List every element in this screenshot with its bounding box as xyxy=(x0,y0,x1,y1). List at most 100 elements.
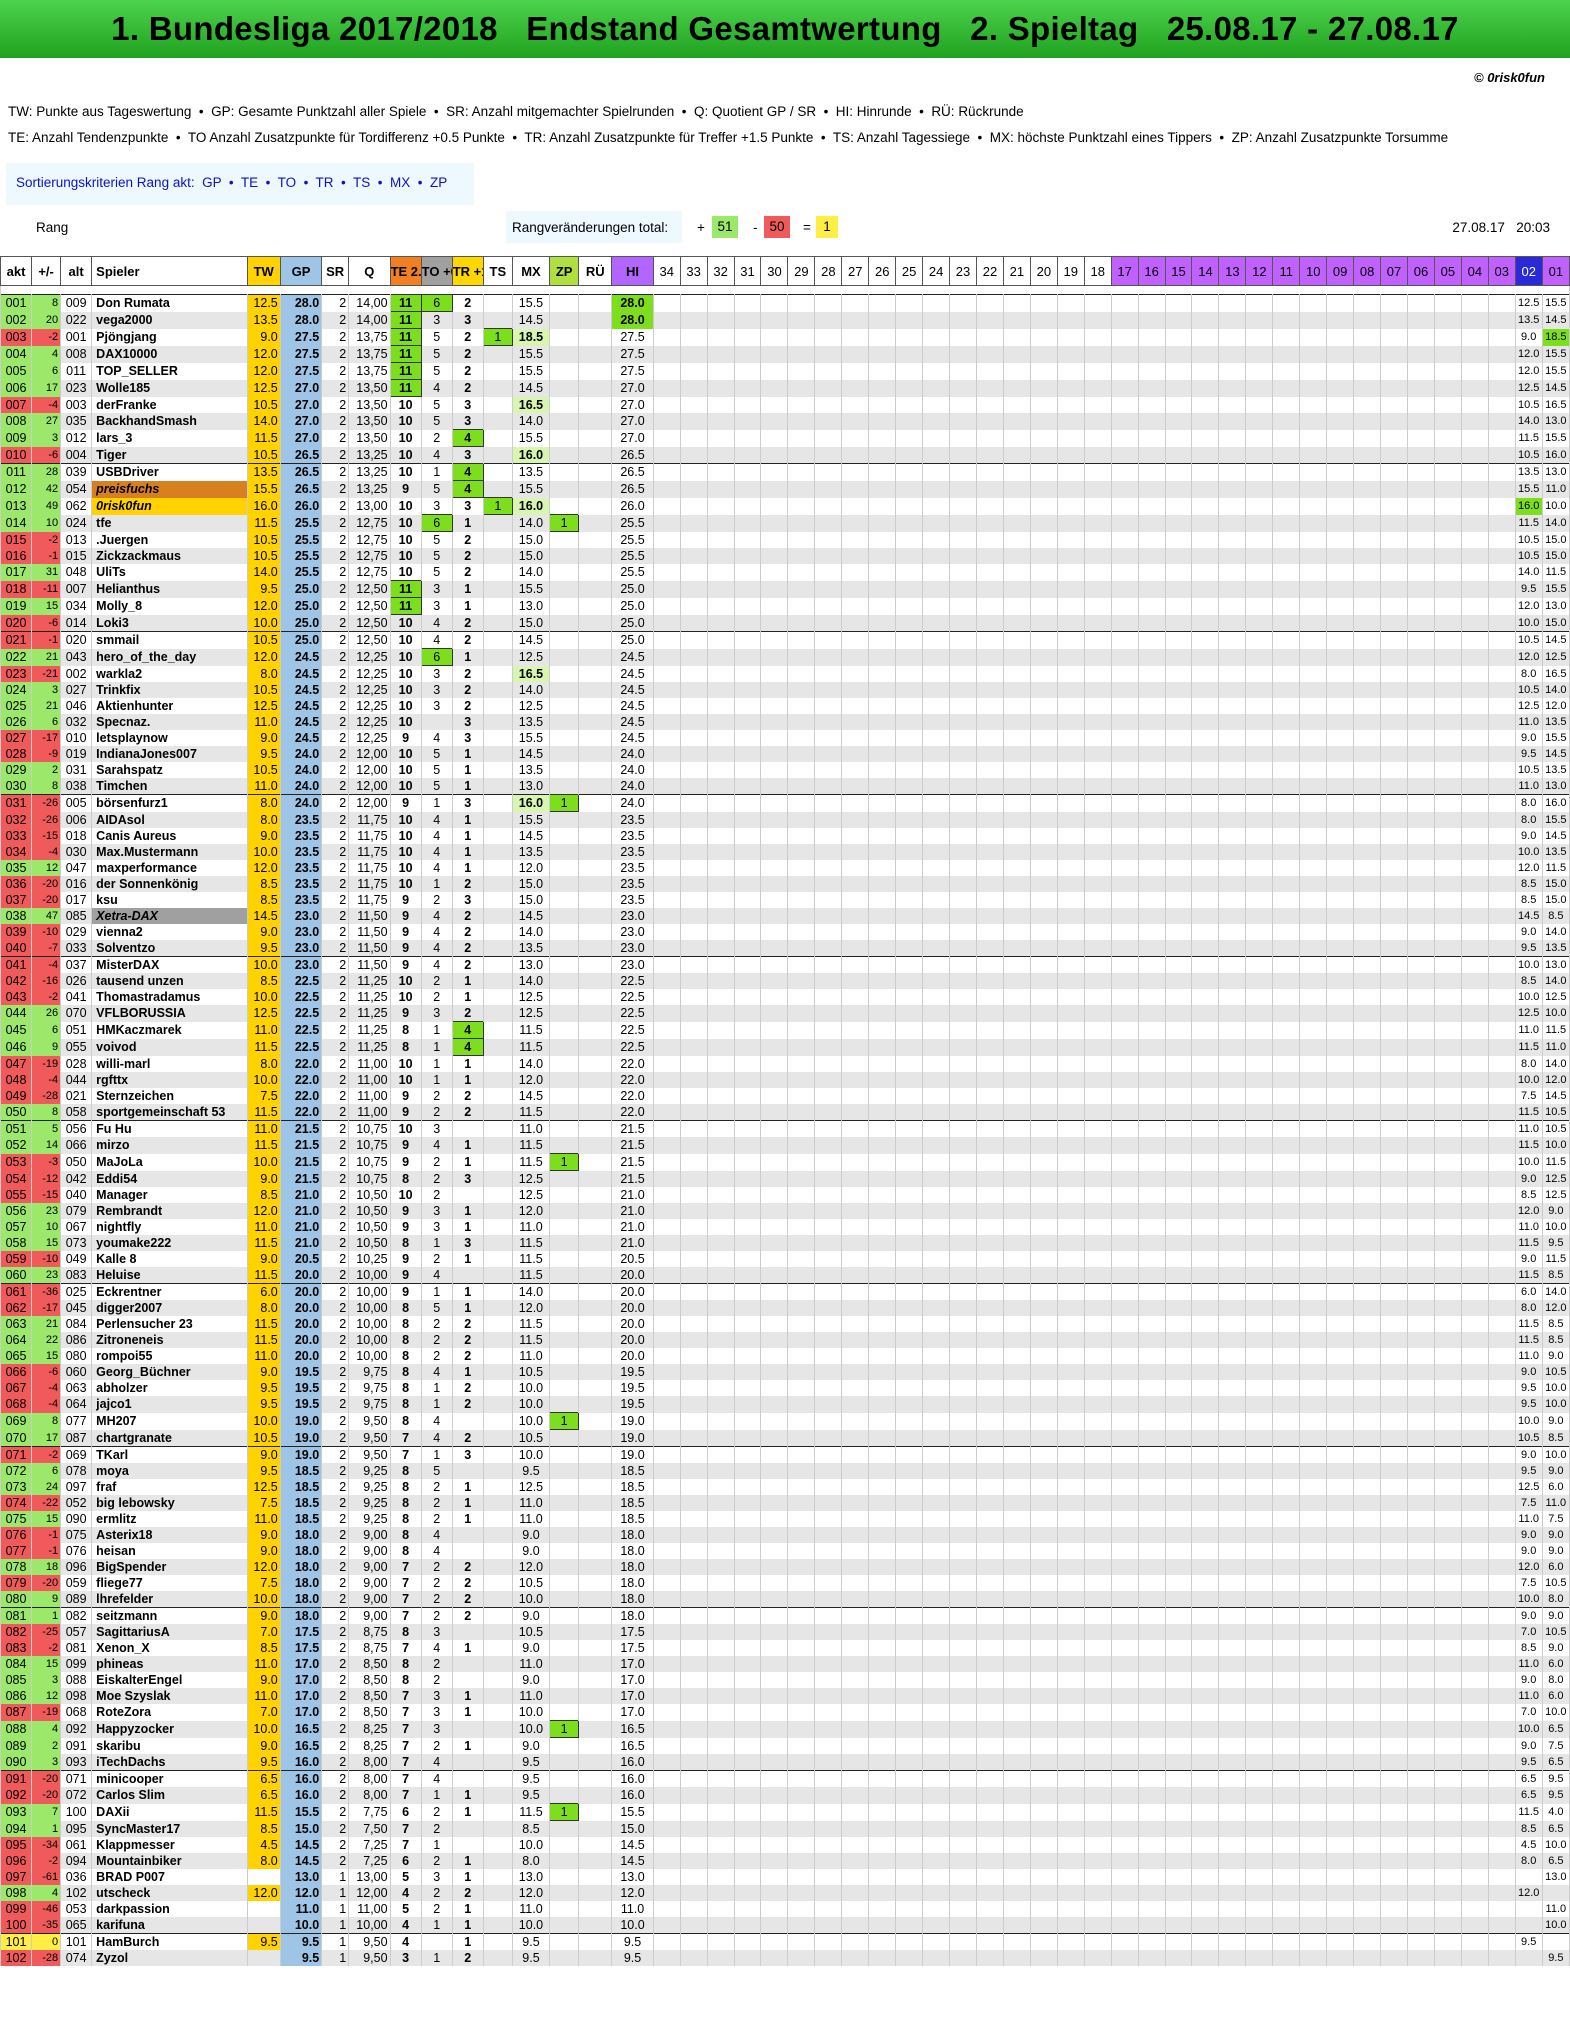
table-row[interactable]: 038 47 085 Xetra-DAX 14.5 23.0 2 11,50 9 4 2 14.5 23… xyxy=(0,908,1570,924)
table-row[interactable]: 012 42 054 preisfuchs 15.5 26.5 2 13,25 9 5 4 15.5 2… xyxy=(0,480,1570,498)
col-header-tw[interactable]: TW xyxy=(246,256,281,286)
col-header-hi[interactable]: HI xyxy=(611,256,654,286)
table-row[interactable]: 075 15 090 ermlitz 11.0 18.5 2 9,25 8 2 1 11.0 18.5 1… xyxy=(0,1511,1570,1527)
table-row[interactable]: 092 -20 072 Carlos Slim 6.5 16.0 2 8,00 7 1 1 9.5 16… xyxy=(0,1787,1570,1804)
col-header-round-19[interactable]: 19 xyxy=(1056,256,1085,286)
col-header-round-31[interactable]: 31 xyxy=(733,256,762,286)
col-header-round-04[interactable]: 04 xyxy=(1460,256,1489,286)
table-row[interactable]: 042 -16 026 tausend unzen 8.5 22.5 2 11,25 10 2 1 1… xyxy=(0,973,1570,989)
table-row[interactable]: 086 12 098 Moe Szyslak 11.0 17.0 2 8,50 7 3 1 11.0 1… xyxy=(0,1688,1570,1704)
table-row[interactable]: 011 28 039 USBDriver 13.5 26.5 2 13,25 10 1 4 13.5 2… xyxy=(0,463,1570,481)
table-row[interactable]: 036 -20 016 der Sonnenkönig 8.5 23.5 2 11,75 10 1… xyxy=(0,876,1570,892)
col-header-round-20[interactable]: 20 xyxy=(1029,256,1058,286)
col-header-te[interactable]: TE 2.0 xyxy=(389,256,422,286)
col-header-round-23[interactable]: 23 xyxy=(949,256,977,286)
table-row[interactable]: 088 4 092 Happyzocker 10.0 16.5 2 8,25 7 3 10.0 1 16… xyxy=(0,1720,1570,1738)
table-row[interactable]: 059 -10 049 Kalle 8 9.0 20.5 2 10,25 9 2 1 11.5 20.5… xyxy=(0,1251,1570,1267)
table-row[interactable]: 015 -2 013 .Juergen 10.5 25.5 2 12,75 10 5 2 15.0 25… xyxy=(0,531,1570,548)
table-row[interactable]: 004 4 008 DAX10000 12.0 27.5 2 13,75 11 5 2 15.5 27.… xyxy=(0,345,1570,363)
table-row[interactable]: 030 8 038 Timchen 11.0 24.0 2 12,00 10 5 1 13.0 24.0… xyxy=(0,778,1570,795)
table-row[interactable]: 067 -4 063 abholzer 9.5 19.5 2 9,75 8 1 2 10.0 19.5 9… xyxy=(0,1380,1570,1396)
table-row[interactable]: 053 -3 050 MaJoLa 10.0 21.5 2 10,75 9 2 1 11.5 1 21.5… xyxy=(0,1153,1570,1171)
col-header-sr[interactable]: SR xyxy=(321,256,350,286)
table-row[interactable]: 050 8 058 sportgemeinschaft 53 11.5 22.0 2 11,0… xyxy=(0,1104,1570,1121)
col-header-round-28[interactable]: 28 xyxy=(814,256,843,286)
col-header-round-26[interactable]: 26 xyxy=(868,256,897,286)
table-row[interactable]: 034 -4 030 Max.Mustermann 10.0 23.5 2 11,75 10 4 1… xyxy=(0,844,1570,860)
col-header-diff[interactable]: +/- xyxy=(31,256,62,286)
col-header-round-05[interactable]: 05 xyxy=(1433,256,1462,286)
col-header-round-09[interactable]: 09 xyxy=(1326,256,1355,286)
col-header-round-02[interactable]: 02 xyxy=(1514,256,1543,286)
table-row[interactable]: 063 21 084 Perlensucher 23 11.5 20.0 2 10,00 8 2 2… xyxy=(0,1316,1570,1332)
table-row[interactable]: 091 -20 071 minicooper 6.5 16.0 2 8,00 7 4 9.5 16.0… xyxy=(0,1770,1570,1787)
table-row[interactable]: 085 3 088 EiskalterEngel 9.0 17.0 2 8,50 8 2 9.0 17… xyxy=(0,1672,1570,1688)
col-header-round-12[interactable]: 12 xyxy=(1245,256,1274,286)
col-header-q[interactable]: Q xyxy=(348,256,391,286)
table-row[interactable]: 029 2 031 Sarahspatz 10.5 24.0 2 12,00 10 5 1 13.5 2… xyxy=(0,762,1570,778)
table-row[interactable]: 064 22 086 Zitroneneis 11.5 20.0 2 10,00 8 2 2 11.5… xyxy=(0,1332,1570,1348)
table-row[interactable]: 058 15 073 youmake222 11.5 21.0 2 10,50 8 1 3 11.5 2… xyxy=(0,1235,1570,1251)
table-row[interactable]: 077 -1 076 heisan 9.0 18.0 2 9,00 8 4 9.0 18.0 9.0 9.… xyxy=(0,1543,1570,1559)
col-header-round-32[interactable]: 32 xyxy=(706,256,735,286)
table-row[interactable]: 010 -6 004 Tiger 10.5 26.5 2 13,25 10 4 3 16.0 26.5 1… xyxy=(0,446,1570,464)
table-row[interactable]: 019 15 034 Molly_8 12.0 25.0 2 12,50 11 3 1 13.0 25.… xyxy=(0,597,1570,615)
table-row[interactable]: 093 7 100 DAXii 11.5 15.5 2 7,75 6 2 1 11.5 1 15.5 11.… xyxy=(0,1803,1570,1821)
table-row[interactable]: 094 1 095 SyncMaster17 8.5 15.0 2 7,50 7 2 8.5 15.0… xyxy=(0,1820,1570,1837)
table-row[interactable]: 097 -61 036 BRAD P007 13.0 1 13,00 5 3 1 13.0 13.0 1… xyxy=(0,1869,1570,1885)
col-header-round-27[interactable]: 27 xyxy=(841,256,870,286)
table-row[interactable]: 065 15 080 rompoi55 11.0 20.0 2 10,00 8 2 2 11.0 20.… xyxy=(0,1348,1570,1364)
table-row[interactable]: 071 -2 069 TKarl 9.0 19.0 2 9,50 7 1 3 10.0 19.0 9.0 1… xyxy=(0,1446,1570,1463)
col-header-round-25[interactable]: 25 xyxy=(895,256,924,286)
table-row[interactable]: 079 -20 059 fliege77 7.5 18.0 2 9,00 7 2 2 10.5 18.0… xyxy=(0,1575,1570,1591)
table-row[interactable]: 035 12 047 maxperformance 12.0 23.5 2 11,75 10 4 1… xyxy=(0,860,1570,876)
col-header-round-07[interactable]: 07 xyxy=(1380,256,1408,286)
col-header-round-13[interactable]: 13 xyxy=(1218,256,1247,286)
table-row[interactable]: 048 -4 044 rgfttx 10.0 22.0 2 11,00 10 1 1 12.0 22.0… xyxy=(0,1072,1570,1088)
table-row[interactable]: 017 31 048 UliTs 14.0 25.5 2 12,75 10 5 2 14.0 25.5 1… xyxy=(0,564,1570,581)
table-row[interactable]: 002 20 022 vega2000 13.5 28.0 2 14,00 11 3 3 14.5 28… xyxy=(0,311,1570,329)
table-row[interactable]: 006 17 023 Wolle185 12.5 27.0 2 13,50 11 4 2 14.5 27… xyxy=(0,379,1570,397)
col-header-round-29[interactable]: 29 xyxy=(787,256,816,286)
table-row[interactable]: 021 -1 020 smmail 10.5 25.0 2 12,50 10 4 2 14.5 25.0… xyxy=(0,631,1570,649)
table-row[interactable]: 056 23 079 Rembrandt 12.0 21.0 2 10,50 9 3 1 12.0 21… xyxy=(0,1203,1570,1219)
col-header-round-08[interactable]: 08 xyxy=(1353,256,1382,286)
col-header-gp[interactable]: GP xyxy=(279,256,323,286)
table-row[interactable]: 024 3 027 Trinkfix 10.5 24.5 2 12,25 10 3 2 14.0 24.… xyxy=(0,682,1570,698)
col-header-round-24[interactable]: 24 xyxy=(922,256,951,286)
table-row[interactable]: 080 9 089 lhrefelder 10.0 18.0 2 9,00 7 2 2 10.0 18.… xyxy=(0,1591,1570,1608)
table-row[interactable]: 055 -15 040 Manager 8.5 21.0 2 10,50 10 2 12.5 21.0… xyxy=(0,1187,1570,1203)
col-header-round-10[interactable]: 10 xyxy=(1299,256,1328,286)
table-row[interactable]: 020 -6 014 Loki3 10.0 25.0 2 12,50 10 4 2 15.0 25.0 1… xyxy=(0,614,1570,632)
table-row[interactable]: 089 2 091 skaribu 9.0 16.5 2 8,25 7 2 1 9.0 16.5 9.0 7… xyxy=(0,1737,1570,1754)
table-row[interactable]: 007 -4 003 derFranke 10.5 27.0 2 13,50 10 5 3 16.5 2… xyxy=(0,396,1570,413)
table-row[interactable]: 069 8 077 MH207 10.0 19.0 2 9,50 8 4 10.0 1 19.0 10.0… xyxy=(0,1412,1570,1430)
table-row[interactable]: 045 6 051 HMKaczmarek 11.0 22.5 2 11,25 8 1 4 11.5 2… xyxy=(0,1021,1570,1039)
col-header-round-22[interactable]: 22 xyxy=(975,256,1004,286)
table-row[interactable]: 016 -1 015 Zickzackmaus 10.5 25.5 2 12,75 10 5 2 15… xyxy=(0,548,1570,564)
col-header-round-14[interactable]: 14 xyxy=(1191,256,1220,286)
table-row[interactable]: 076 -1 075 Asterix18 9.0 18.0 2 9,00 8 4 9.0 18.0 9.… xyxy=(0,1527,1570,1543)
table-row[interactable]: 072 6 078 moya 9.5 18.5 2 9,25 8 5 9.5 18.5 9.5 9.0 xyxy=(0,1463,1570,1479)
table-row[interactable]: 040 -7 033 Solventzo 9.5 23.0 2 11,50 9 4 2 13.5 23.… xyxy=(0,940,1570,957)
col-header-round-33[interactable]: 33 xyxy=(679,256,708,286)
col-header-tr[interactable]: TR +1.5 xyxy=(451,256,484,286)
table-row[interactable]: 078 18 096 BigSpender 12.0 18.0 2 9,00 7 2 2 12.0 18… xyxy=(0,1559,1570,1575)
table-row[interactable]: 052 14 066 mirzo 11.5 21.5 2 10,75 9 4 1 11.5 21.5 11… xyxy=(0,1137,1570,1154)
col-header-alt[interactable]: alt xyxy=(60,256,93,286)
table-row[interactable]: 074 -22 052 big lebowsky 7.5 18.5 2 9,25 8 2 1 11.0… xyxy=(0,1495,1570,1511)
table-row[interactable]: 082 -25 057 SagittariusA 7.0 17.5 2 8,75 8 3 10.5 1… xyxy=(0,1624,1570,1640)
table-row[interactable]: 084 15 099 phineas 11.0 17.0 2 8,50 8 2 11.0 17.0 11… xyxy=(0,1656,1570,1672)
col-header-zp[interactable]: ZP xyxy=(549,256,580,286)
table-row[interactable]: 041 -4 037 MisterDAX 10.0 23.0 2 11,50 9 4 2 13.0 23… xyxy=(0,956,1570,973)
col-header-round-11[interactable]: 11 xyxy=(1272,256,1301,286)
col-header-round-01[interactable]: 01 xyxy=(1541,256,1570,286)
col-header-round-03[interactable]: 03 xyxy=(1487,256,1516,286)
col-header-round-21[interactable]: 21 xyxy=(1002,256,1031,286)
table-row[interactable]: 090 3 093 iTechDachs 9.5 16.0 2 8,00 7 4 9.5 16.0 9.… xyxy=(0,1754,1570,1771)
col-header-spieler[interactable]: Spieler xyxy=(91,256,248,286)
table-row[interactable]: 081 1 082 seitzmann 9.0 18.0 2 9,00 7 2 2 9.0 18.0 9.… xyxy=(0,1607,1570,1624)
table-row[interactable]: 014 10 024 tfe 11.5 25.5 2 12,75 10 6 1 14.0 1 25.5 11… xyxy=(0,514,1570,532)
col-header-ru[interactable]: RÜ xyxy=(578,256,613,286)
table-row[interactable]: 068 -4 064 jajco1 9.5 19.5 2 9,75 8 1 2 10.0 19.5 9.5… xyxy=(0,1396,1570,1413)
